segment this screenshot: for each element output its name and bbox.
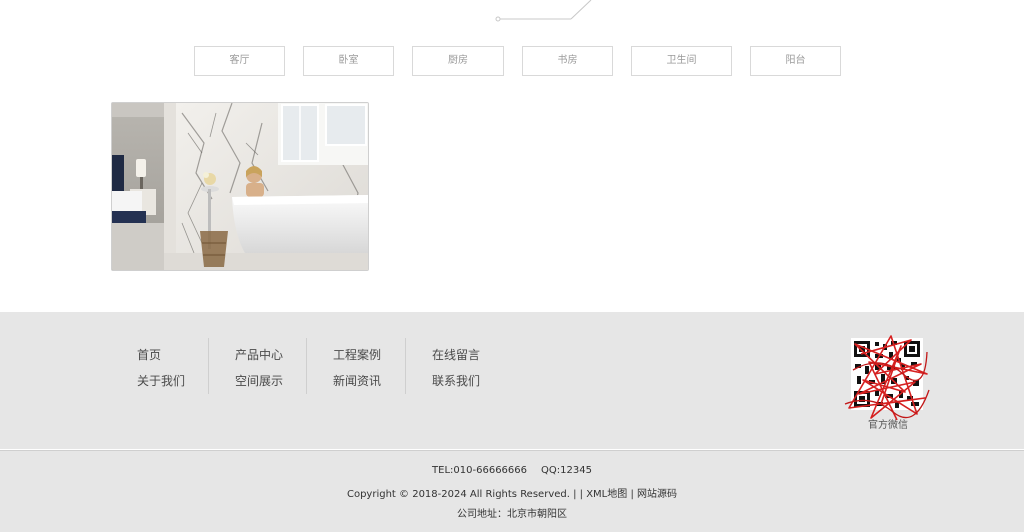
tab-bathroom[interactable]: 卫生间 <box>631 46 732 76</box>
footer-nav-column-2: 产品中心 空间展示 <box>208 338 306 394</box>
address-line: 公司地址：北京市朝阳区 <box>0 505 1024 520</box>
footer-navigation: 首页 关于我们 产品中心 空间展示 工程案例 新闻资讯 在线留言 联系我们 官方… <box>0 312 1024 449</box>
qq-text: QQ:12345 <box>541 465 592 476</box>
site-source-link[interactable]: 网站源码 <box>637 489 677 500</box>
address-text: 公司地址：北京市朝阳区 <box>457 509 567 520</box>
xml-sitemap-link[interactable]: XML地图 <box>586 489 627 500</box>
footer-link-about[interactable]: 关于我们 <box>137 372 185 389</box>
qr-code-label: 官方微信 <box>868 420 908 431</box>
footer-link-spaces[interactable]: 空间展示 <box>235 372 283 389</box>
footer-nav-column-3: 工程案例 新闻资讯 <box>306 338 404 394</box>
footer-link-contact[interactable]: 联系我们 <box>432 372 480 389</box>
contact-line: TEL:010-66666666 QQ:12345 <box>0 465 1024 476</box>
bathroom-product-photo[interactable] <box>111 102 369 271</box>
footer-link-home[interactable]: 首页 <box>137 346 161 363</box>
tab-bedroom[interactable]: 卧室 <box>303 46 394 76</box>
footer-link-news[interactable]: 新闻资讯 <box>333 372 381 389</box>
copyright-text: Copyright © 2018-2024 All Rights Reserve… <box>346 489 584 500</box>
tab-living-room[interactable]: 客厅 <box>194 46 285 76</box>
footer-nav-column-4: 在线留言 联系我们 <box>405 338 503 394</box>
tab-study[interactable]: 书房 <box>522 46 613 76</box>
footer-link-message[interactable]: 在线留言 <box>432 346 480 363</box>
copyright-line: Copyright © 2018-2024 All Rights Reserve… <box>0 485 1024 500</box>
tel-text: TEL:010-66666666 <box>432 465 528 476</box>
tab-balcony[interactable]: 阳台 <box>750 46 841 76</box>
category-tabs: 客厅 卧室 厨房 书房 卫生间 阳台 <box>0 46 1024 76</box>
footer-link-cases[interactable]: 工程案例 <box>333 346 381 363</box>
footer-link-products[interactable]: 产品中心 <box>235 346 283 363</box>
footer-nav-column-1: 首页 关于我们 <box>111 338 209 394</box>
wechat-qr-code-image <box>844 335 930 421</box>
top-decoration-line <box>495 0 592 22</box>
bathroom-scene-image <box>112 103 368 270</box>
tab-kitchen[interactable]: 厨房 <box>412 46 504 76</box>
link-separator: | <box>630 489 634 500</box>
footer-copyright-area: TEL:010-66666666 QQ:12345 Copyright © 201… <box>0 450 1024 532</box>
